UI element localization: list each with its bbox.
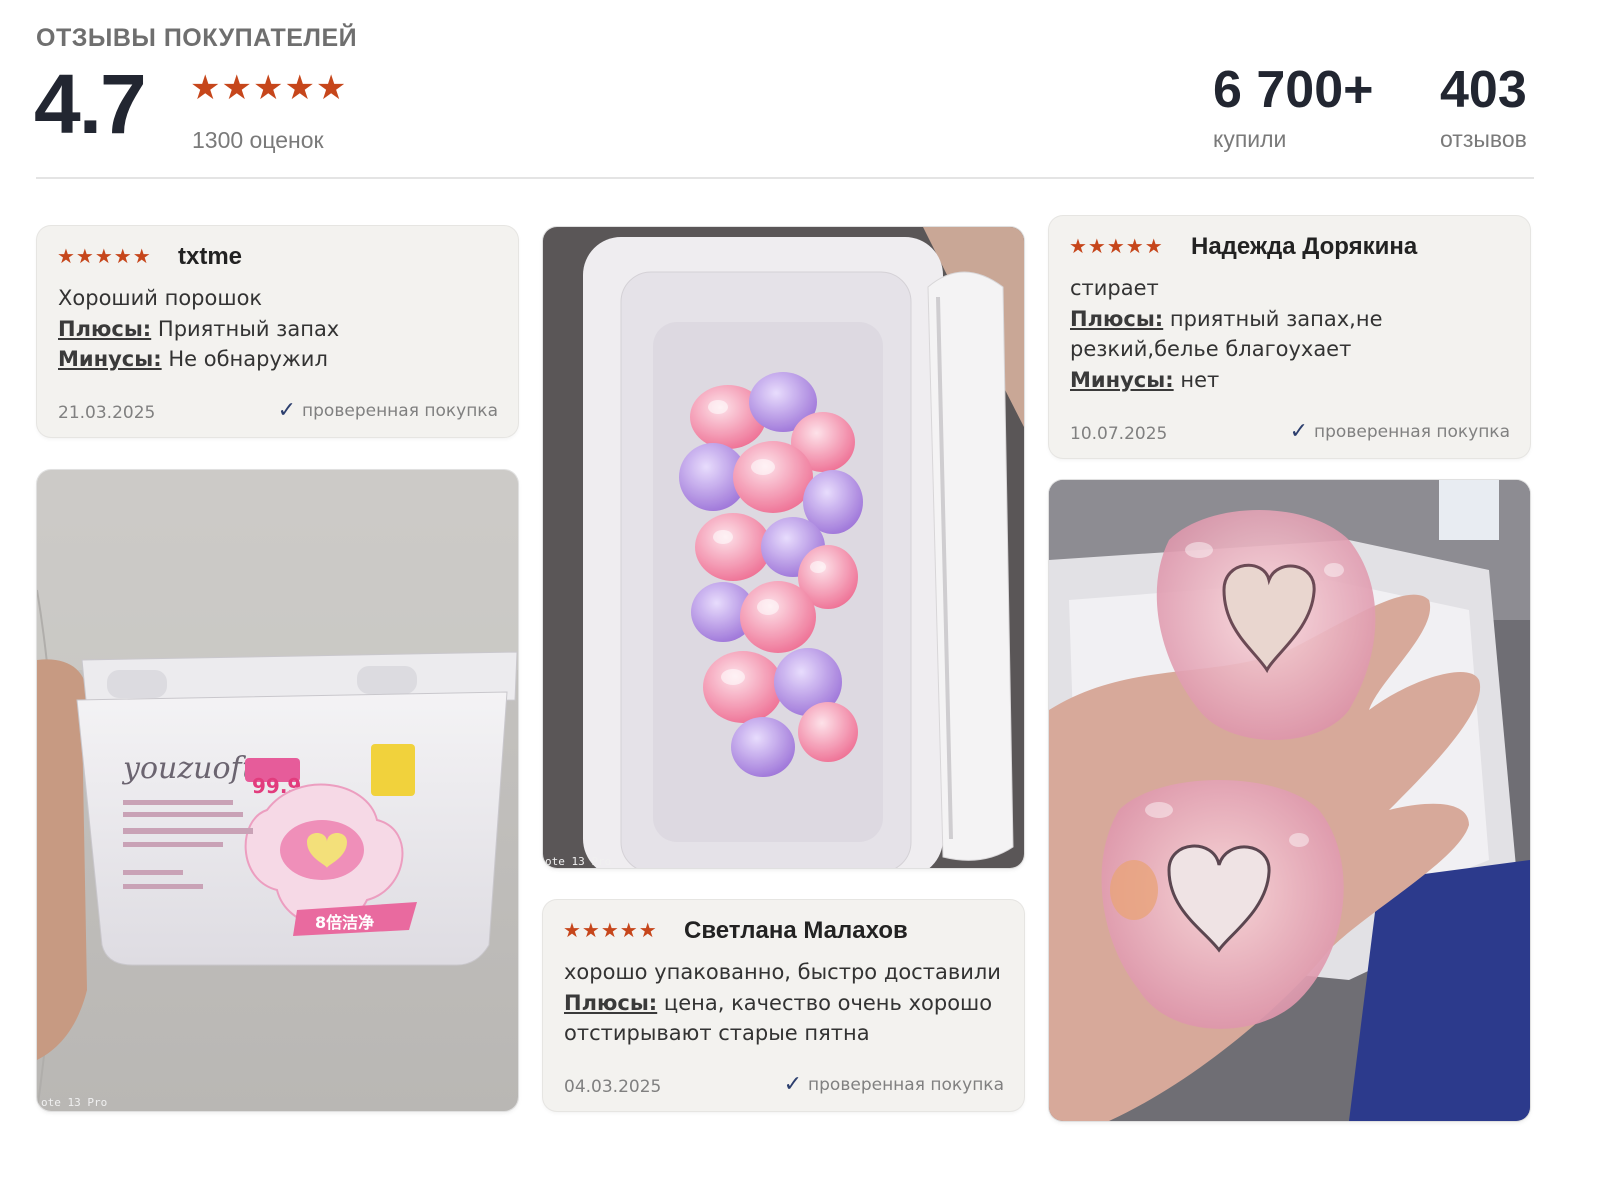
review-text: хорошо упакованно, быстро доставили bbox=[564, 960, 1001, 984]
review-photo-hand[interactable] bbox=[1049, 480, 1530, 1121]
review-stars-icon: ★★★★★ bbox=[563, 918, 658, 942]
review-author: Надежда Дорякина bbox=[1191, 233, 1418, 260]
review-text: Хороший порошок bbox=[58, 286, 263, 310]
cons-label: Минусы: bbox=[58, 347, 162, 371]
verified-purchase: ✓ проверенная покупка bbox=[784, 1072, 1004, 1097]
detergent-box-photo: youzuofu 99.9 8倍洁净 ote 13 Pro bbox=[37, 470, 518, 1111]
review-body: стирает Плюсы: приятный запах,не резкий,… bbox=[1070, 273, 1516, 395]
review-body: хорошо упакованно, быстро доставили Плюс… bbox=[564, 957, 1010, 1049]
camera-stamp: ote 13 Pro bbox=[41, 1096, 107, 1109]
checkmark-icon: ✓ bbox=[277, 398, 297, 423]
pods-container-photo: ote 13 Pro bbox=[543, 227, 1024, 868]
review-body: Хороший порошок Плюсы: Приятный запах Ми… bbox=[58, 283, 504, 375]
camera-stamp: ote 13 Pro bbox=[545, 855, 611, 868]
review-cons: Минусы: нет bbox=[1070, 365, 1516, 396]
review-pros: Плюсы: приятный запах,не резкий,белье бл… bbox=[1070, 304, 1516, 365]
pros-text: Приятный запах bbox=[157, 316, 340, 341]
verified-label: проверенная покупка bbox=[808, 1075, 1004, 1095]
review-pros: Плюсы: Приятный запах bbox=[58, 314, 504, 345]
reviews-value: 403 bbox=[1440, 61, 1527, 119]
reviews-stat[interactable]: 403 отзывов bbox=[1440, 58, 1527, 153]
review-photo-container[interactable]: ote 13 Pro bbox=[543, 227, 1024, 868]
cons-text: Не обнаружил bbox=[168, 347, 328, 371]
cons-text: нет bbox=[1180, 367, 1220, 392]
review-stars-icon: ★★★★★ bbox=[57, 244, 152, 268]
pods-in-hand-photo bbox=[1049, 480, 1530, 1121]
ratings-count[interactable]: 1300 оценок bbox=[192, 127, 324, 154]
pros-label: Плюсы: bbox=[1070, 306, 1164, 331]
review-card-svetlana[interactable]: ★★★★★ Светлана Малахов хорошо упакованно… bbox=[543, 900, 1024, 1111]
bought-stat: 6 700+ купили bbox=[1213, 58, 1374, 153]
review-card-nadezhda[interactable]: ★★★★★ Надежда Дорякина стирает Плюсы: пр… bbox=[1049, 216, 1530, 458]
review-pros: Плюсы: цена, качество очень хорошо отсти… bbox=[564, 988, 1010, 1049]
review-author: txtme bbox=[178, 243, 243, 270]
reviews-label: отзывов bbox=[1440, 126, 1527, 152]
rating-stars-icon: ★★★★★ bbox=[190, 68, 348, 108]
review-photo-box[interactable]: youzuofu 99.9 8倍洁净 ote 13 Pro bbox=[37, 470, 518, 1111]
header-divider bbox=[36, 177, 1534, 179]
pros-label: Плюсы: bbox=[58, 316, 152, 341]
verified-label: проверенная покупка bbox=[302, 401, 498, 421]
review-date: 04.03.2025 bbox=[564, 1077, 662, 1097]
pros-label: Плюсы: bbox=[564, 990, 658, 1015]
verified-purchase: ✓ проверенная покупка bbox=[1290, 419, 1510, 444]
review-author: Светлана Малахов bbox=[684, 917, 908, 944]
box-brand: youzuofu bbox=[121, 751, 261, 786]
cons-label: Минусы: bbox=[1070, 367, 1174, 392]
bought-value: 6 700+ bbox=[1213, 61, 1374, 119]
box-badge: 8倍洁净 bbox=[315, 913, 374, 932]
checkmark-icon: ✓ bbox=[1289, 419, 1309, 444]
verified-label: проверенная покупка bbox=[1314, 422, 1510, 442]
review-cons: Минусы: Не обнаружил bbox=[58, 344, 504, 375]
reviews-page: ОТЗЫВЫ ПОКУПАТЕЛЕЙ 4.7 ★★★★★ 1300 оценок… bbox=[0, 0, 1600, 1200]
review-stars-icon: ★★★★★ bbox=[1069, 234, 1164, 258]
review-date: 10.07.2025 bbox=[1070, 424, 1168, 444]
section-title: ОТЗЫВЫ ПОКУПАТЕЛЕЙ bbox=[36, 24, 358, 52]
review-card-txtme[interactable]: ★★★★★ txtme Хороший порошок Плюсы: Прият… bbox=[37, 226, 518, 437]
verified-purchase: ✓ проверенная покупка bbox=[278, 398, 498, 423]
review-text: стирает bbox=[1070, 276, 1159, 300]
bought-label: купили bbox=[1213, 126, 1287, 152]
average-rating: 4.7 bbox=[34, 57, 147, 151]
review-date: 21.03.2025 bbox=[58, 403, 156, 423]
checkmark-icon: ✓ bbox=[783, 1072, 803, 1097]
